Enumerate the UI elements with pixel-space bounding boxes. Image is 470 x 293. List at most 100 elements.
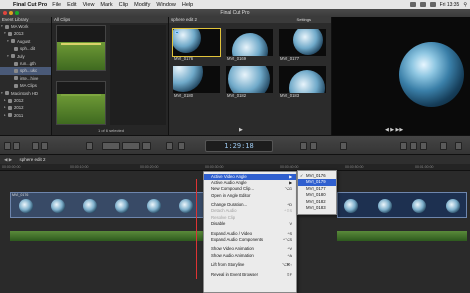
status-icon[interactable]: [409, 2, 416, 7]
library-toggle-icon[interactable]: [4, 142, 11, 150]
clip-filmstrip-area: [110, 25, 166, 125]
library-item[interactable]: MA Clips: [0, 82, 51, 89]
menu-help[interactable]: Help: [182, 2, 193, 8]
event-icon: [14, 69, 18, 74]
event-icon: [8, 113, 12, 118]
angle-menu-item[interactable]: MVI_0183: [298, 205, 336, 211]
select-tool-icon[interactable]: [142, 142, 151, 150]
enhance-icon[interactable]: [300, 142, 307, 150]
timeline-clip[interactable]: [337, 192, 467, 218]
transitions-icon[interactable]: [410, 142, 417, 150]
battery-icon[interactable]: [429, 2, 436, 7]
library-item[interactable]: sph...dit: [0, 45, 51, 52]
library-item[interactable]: ▸ 2012: [0, 97, 51, 104]
playhead[interactable]: [196, 179, 197, 279]
library-item[interactable]: ▸ 2011: [0, 112, 51, 119]
library-item[interactable]: run...gth: [0, 60, 51, 67]
clip-thumbnail[interactable]: MVI_0176: [172, 28, 221, 63]
clip-thumbnail[interactable]: MVI_0177: [279, 29, 326, 63]
menu-clock[interactable]: Fri 13:35: [440, 2, 460, 8]
menu-file[interactable]: File: [52, 2, 61, 8]
blade-icon[interactable]: [166, 142, 173, 150]
share-icon[interactable]: [340, 142, 347, 150]
library-item[interactable]: ▾ August: [0, 38, 51, 45]
menu-item-label: Reveal in Event Browser: [211, 271, 259, 277]
event-icon: [14, 46, 18, 51]
inspector-icon[interactable]: [440, 142, 447, 150]
menu-item-label: Disable: [211, 220, 226, 226]
append-buttons[interactable]: [122, 142, 140, 150]
clip-thumbnail[interactable]: [56, 25, 106, 71]
clip-name: MVI_0183: [280, 93, 300, 98]
record-icon[interactable]: [32, 142, 39, 150]
import-icon[interactable]: [41, 142, 48, 150]
audio-waveform[interactable]: [337, 231, 467, 241]
library-item[interactable]: ▾ 2013: [0, 30, 51, 37]
ruler-tick: 00:00:30:00: [205, 165, 224, 169]
menu-item-label: Show Video Animation: [211, 246, 254, 252]
menu-window[interactable]: Window: [156, 2, 176, 8]
timeline-clip[interactable]: MVI_0176: [10, 192, 204, 218]
minimize-icon[interactable]: [9, 11, 13, 15]
clip-thumbnail[interactable]: MVI_0182: [226, 66, 273, 100]
menu-item-label: Change Duration...: [211, 202, 248, 208]
library-item[interactable]: ▾ July: [0, 53, 51, 60]
selection-status: 1 of 6 selected: [97, 128, 125, 133]
close-icon[interactable]: [3, 11, 7, 15]
spotlight-icon[interactable]: ⚲: [463, 2, 467, 8]
library-item-label: July: [17, 53, 25, 59]
context-menu-item[interactable]: Open in Angle Editor: [204, 193, 296, 199]
library-item[interactable]: ▾ Macintosh HD: [0, 90, 51, 97]
context-menu-item[interactable]: Lift from Storyline ⌥⌘↑: [204, 262, 296, 268]
menu-modify[interactable]: Modify: [134, 2, 150, 8]
viewer[interactable]: ◀ ▶ ▶▶: [331, 17, 470, 135]
library-item[interactable]: sph...ukc: [0, 67, 51, 75]
context-menu-item[interactable]: Expand Audio Components ^⌥S: [204, 237, 296, 243]
ruler-tick: 00:00:00:00: [2, 165, 21, 169]
menu-item-label: New Compound Clip...: [211, 186, 254, 192]
titles-icon[interactable]: [420, 142, 427, 150]
clip-thumbnail[interactable]: MVI_0180: [173, 66, 220, 100]
angle-label: MVI_0176: [306, 173, 326, 178]
menu-clip[interactable]: Clip: [119, 2, 128, 8]
history-back-icon[interactable]: ◀ ▶: [4, 157, 12, 162]
menu-item-shortcut: ^⌥S: [283, 237, 292, 242]
generators-icon[interactable]: [455, 142, 462, 150]
library-item-label: 2013: [14, 31, 24, 37]
library-item-label: MA Work: [11, 24, 29, 29]
clip-thumbnail[interactable]: [56, 81, 106, 125]
menu-edit[interactable]: Edit: [67, 2, 76, 8]
library-item[interactable]: ▸ 2012: [0, 104, 51, 111]
clip-name: MVI_0180: [174, 93, 194, 98]
menu-app-name[interactable]: Final Cut Pro: [13, 2, 47, 8]
timecode-display[interactable]: 1:29:18: [205, 140, 273, 152]
library-item-label: sph...dit: [20, 46, 36, 52]
edit-mode-buttons[interactable]: [102, 142, 120, 150]
clip-thumbnail[interactable]: MVI_0183: [279, 66, 326, 100]
event-browser: sphere edit 2 Settings MVI_0176 MVI_0169 M…: [168, 17, 331, 135]
library-item[interactable]: inte...hive: [0, 75, 51, 82]
context-menu-item[interactable]: Show Audio Animation ^A: [204, 253, 296, 259]
library-item-label: 2012: [14, 105, 24, 111]
angle-label: MVI_0179: [306, 179, 326, 185]
media-browser-icon[interactable]: [400, 142, 407, 150]
clip-thumbnail[interactable]: MVI_0169: [226, 29, 273, 63]
zoom-icon[interactable]: [15, 11, 19, 15]
library-item[interactable]: ▾ MA Work: [0, 23, 51, 30]
audio-waveform[interactable]: [10, 231, 204, 241]
timeline-ruler[interactable]: 00:00:00:00 00:00:10:00 00:00:20:00 00:0…: [0, 164, 470, 171]
context-menu-item[interactable]: Disable V: [204, 221, 296, 227]
menu-mark[interactable]: Mark: [100, 2, 112, 8]
browser-toggle-icon[interactable]: [13, 142, 20, 150]
angle-label: MVI_0182: [306, 198, 326, 204]
play-icon[interactable]: ▶: [239, 127, 243, 133]
color-icon[interactable]: [310, 142, 317, 150]
menu-view[interactable]: View: [83, 2, 95, 8]
search-icon[interactable]: [86, 142, 93, 150]
context-menu-item[interactable]: Reveal in Event Browser ⇧F: [204, 272, 296, 278]
settings-button[interactable]: Settings: [297, 17, 311, 23]
viewer-play-icon[interactable]: ◀ ▶ ▶▶: [385, 127, 403, 133]
wifi-icon[interactable]: [419, 2, 426, 7]
retime-icon[interactable]: [178, 142, 185, 150]
event-icon: [14, 61, 18, 66]
